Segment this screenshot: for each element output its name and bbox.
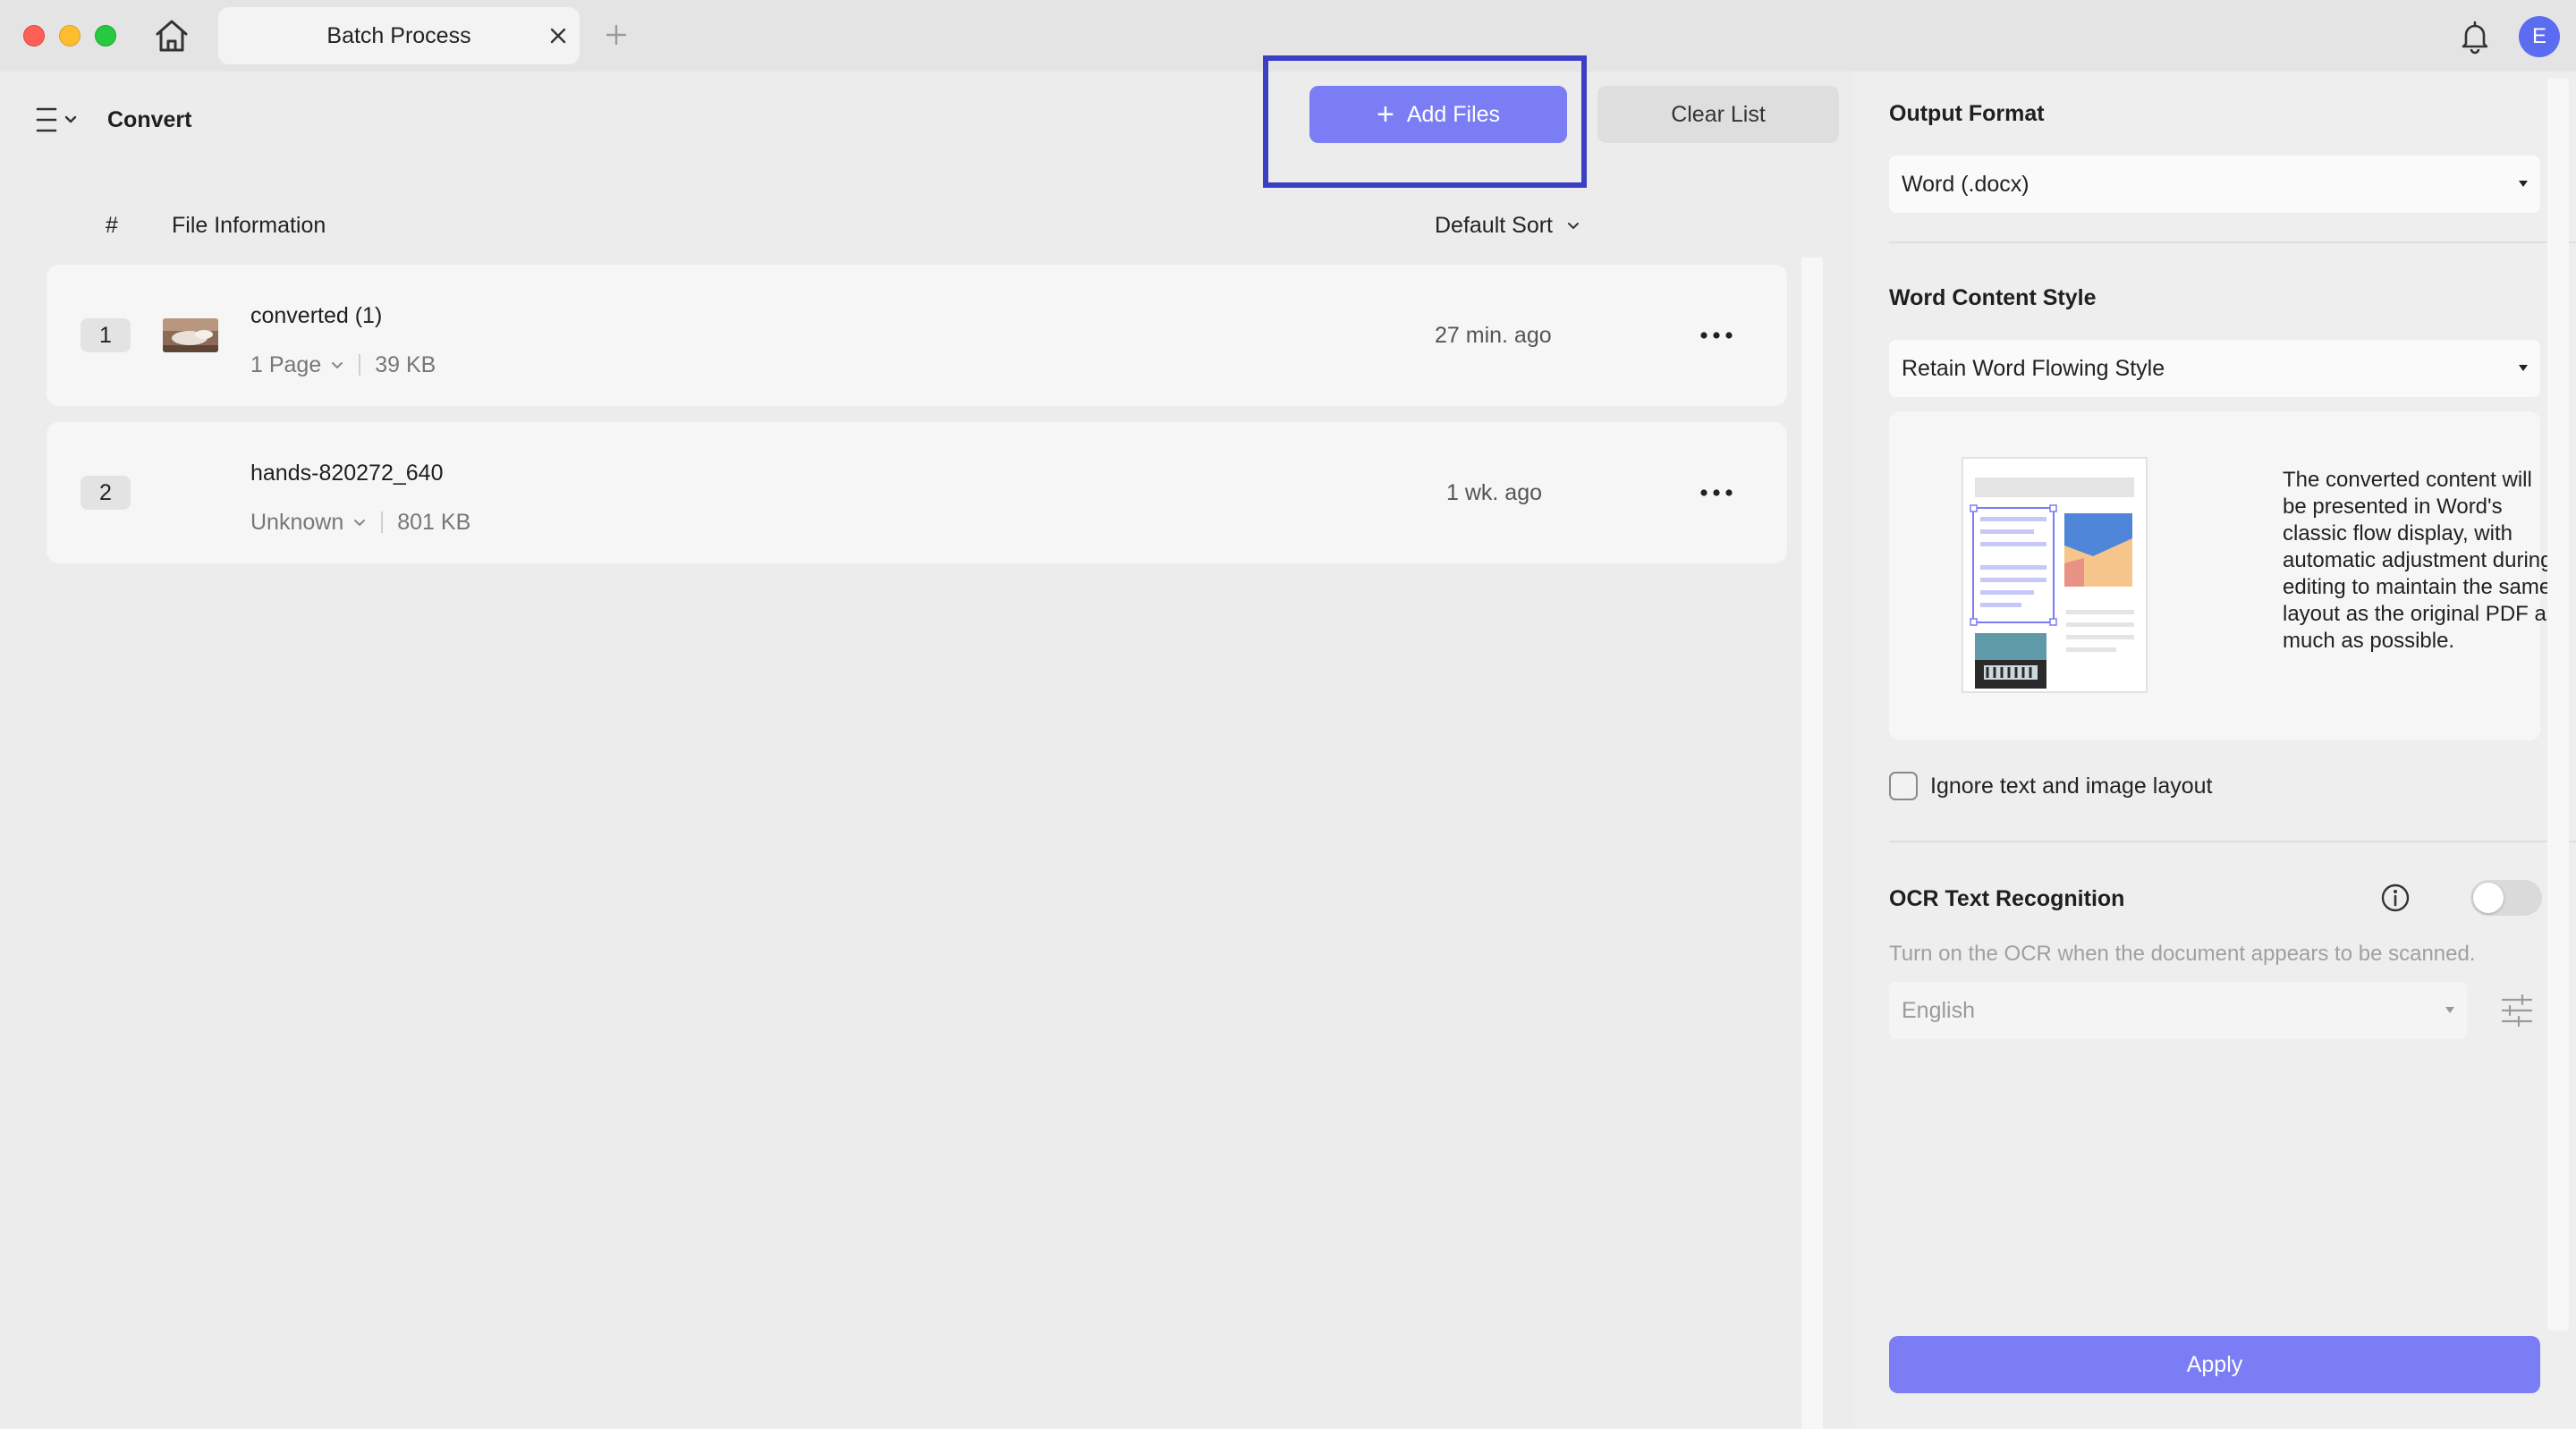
file-modified-time: 1 wk. ago (1446, 480, 1543, 505)
content-style-description: The converted content will be presented … (2283, 468, 2557, 653)
column-header-index: # (106, 213, 118, 238)
minimize-window-button[interactable] (59, 25, 80, 47)
home-icon[interactable] (152, 16, 191, 55)
row-index: 1 (80, 318, 131, 352)
ocr-language-select[interactable]: English (1889, 982, 2467, 1039)
menu-dropdown-button[interactable] (34, 102, 84, 138)
chevron-down-icon (354, 520, 366, 526)
output-format-title: Output Format (1889, 101, 2045, 126)
content-style-value: Retain Word Flowing Style (1902, 355, 2165, 381)
file-size: 39 KB (375, 351, 436, 377)
tab-batch-process[interactable]: Batch Process (218, 7, 580, 64)
sort-label: Default Sort (1435, 212, 1554, 238)
zoom-window-button[interactable] (95, 25, 116, 47)
new-tab-icon[interactable] (601, 20, 631, 50)
settings-scrollbar[interactable] (2547, 79, 2569, 1331)
document-preview-illustration (1959, 456, 2150, 694)
sliders-icon[interactable] (2497, 989, 2537, 1032)
chevron-down-icon (1568, 223, 1580, 229)
toggle-knob (2473, 883, 2504, 913)
divider (1889, 841, 2576, 842)
ocr-title: OCR Text Recognition (1889, 886, 2125, 911)
ocr-hint: Turn on the OCR when the document appear… (1889, 942, 2476, 966)
file-row[interactable]: 1 converted (1) 1 Page 39 KB 27 min. ago (47, 265, 1787, 406)
info-icon[interactable] (2379, 882, 2411, 914)
ocr-language-value: English (1902, 997, 1975, 1023)
avatar[interactable]: E (2519, 16, 2560, 57)
file-thumbnail (163, 318, 218, 352)
add-files-label: Add Files (1406, 101, 1501, 127)
page-count-dropdown[interactable]: Unknown (250, 510, 343, 536)
content-style-preview-card: The converted content will be presented … (1889, 411, 2557, 740)
apply-button[interactable]: Apply (1889, 1336, 2540, 1393)
column-header-file-information: File Information (172, 213, 326, 238)
output-format-value: Word (.docx) (1902, 171, 2029, 197)
bell-icon[interactable] (2456, 18, 2494, 55)
plus-icon: + (1376, 97, 1394, 131)
ignore-layout-option[interactable]: Ignore text and image layout (1889, 769, 2212, 803)
page-count-dropdown[interactable]: 1 Page (250, 352, 321, 378)
ocr-toggle[interactable] (2470, 880, 2542, 916)
file-row[interactable]: 2 hands-820272_640 Unknown 801 KB 1 wk. … (47, 422, 1787, 563)
dropdown-arrow-icon (2519, 181, 2528, 187)
file-list-scrollbar[interactable] (1801, 258, 1823, 1429)
row-index: 2 (80, 476, 131, 510)
file-meta: Unknown 801 KB (250, 508, 470, 537)
more-options-icon[interactable] (1694, 322, 1739, 349)
dropdown-arrow-icon (2445, 1007, 2454, 1013)
more-options-icon[interactable] (1694, 479, 1739, 506)
divider (1889, 241, 2576, 243)
meta-divider (381, 512, 384, 533)
close-window-button[interactable] (23, 25, 45, 47)
output-format-select[interactable]: Word (.docx) (1889, 156, 2540, 213)
file-list-panel: Convert + Add Files Clear List # File In… (0, 55, 1844, 1429)
chevron-down-icon (332, 362, 343, 368)
file-list: 1 converted (1) 1 Page 39 KB 27 min. ago… (47, 265, 1787, 579)
file-modified-time: 27 min. ago (1435, 323, 1552, 348)
file-meta: 1 Page 39 KB (250, 351, 436, 379)
file-name: hands-820272_640 (250, 461, 444, 486)
tab-title: Batch Process (326, 22, 471, 48)
meta-divider (359, 354, 361, 376)
page-title: Convert (107, 107, 192, 132)
ignore-layout-label: Ignore text and image layout (1930, 773, 2213, 799)
file-size: 801 KB (397, 509, 471, 535)
add-files-button[interactable]: + Add Files (1309, 86, 1567, 143)
content-style-title: Word Content Style (1889, 285, 2097, 310)
file-name: converted (1) (250, 303, 383, 328)
ignore-layout-checkbox[interactable] (1889, 772, 1918, 800)
content-style-select[interactable]: Retain Word Flowing Style (1889, 340, 2540, 397)
sort-dropdown[interactable]: Default Sort (1435, 209, 1581, 241)
dropdown-arrow-icon (2519, 365, 2528, 371)
clear-list-button[interactable]: Clear List (1597, 86, 1839, 143)
close-tab-icon[interactable] (544, 21, 572, 50)
settings-panel: Output Format Word (.docx) Word Content … (1853, 72, 2576, 1429)
